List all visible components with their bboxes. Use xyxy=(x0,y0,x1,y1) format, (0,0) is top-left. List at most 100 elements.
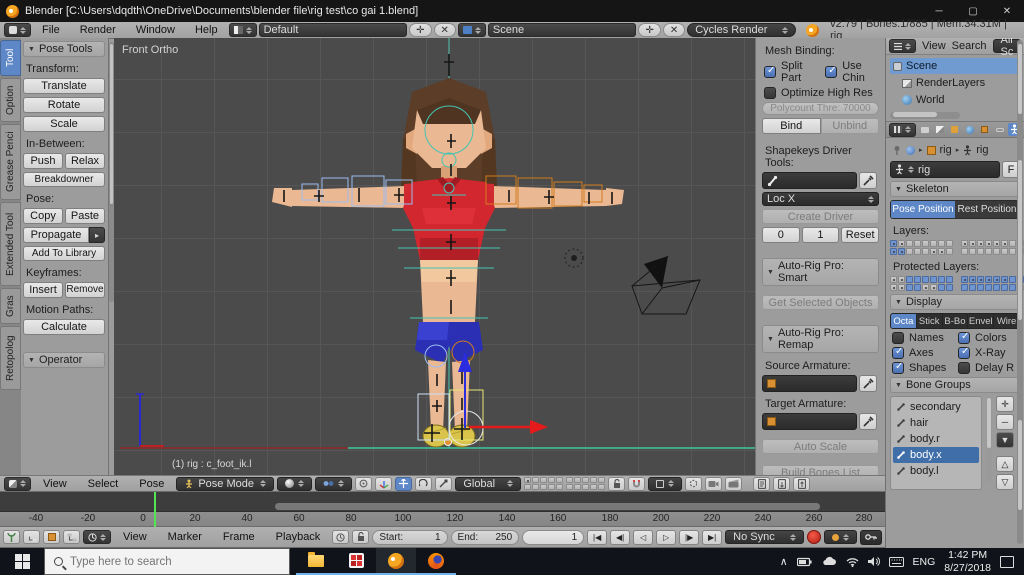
rotate-manipulator-button[interactable] xyxy=(415,476,433,491)
calculate-paths-button[interactable]: Calculate xyxy=(23,319,105,335)
current-frame-field[interactable]: 1 xyxy=(522,529,585,545)
bone-group-move-up-button[interactable]: △ xyxy=(996,456,1014,472)
polycount-slider[interactable]: Polycount Thre: 70000 xyxy=(762,102,879,115)
layout-browse-button[interactable] xyxy=(228,23,257,37)
operator-panel-header[interactable]: ▼ Operator xyxy=(23,352,105,368)
mode-stick[interactable]: Stick xyxy=(917,314,943,328)
play-button[interactable]: ▷ xyxy=(656,529,677,545)
action-center-icon[interactable] xyxy=(1000,555,1014,568)
armature-name-field[interactable]: rig xyxy=(890,161,1000,178)
pose-tools-panel-header[interactable]: ▼ Pose Tools xyxy=(23,41,105,57)
display-panel-header[interactable]: ▼ Display xyxy=(890,294,1020,310)
menu-help[interactable]: Help xyxy=(186,24,227,36)
properties-scrollbar[interactable] xyxy=(1017,40,1023,544)
breakdowner-button[interactable]: Breakdowner xyxy=(23,172,105,187)
menu-file[interactable]: File xyxy=(33,24,69,36)
next-keyframe-button[interactable]: |▶ xyxy=(679,529,700,545)
unbind-button[interactable]: Unbind xyxy=(820,118,879,134)
tab-retopology[interactable]: Retopolog xyxy=(0,326,21,390)
driver-zero-button[interactable]: 0 xyxy=(762,227,800,243)
translate-manipulator-button[interactable] xyxy=(395,476,413,491)
speaker-icon[interactable] xyxy=(867,556,880,567)
filter-hierarchy-icon[interactable] xyxy=(23,530,40,544)
use-chin-checkbox[interactable]: Use Chin xyxy=(825,60,879,84)
copy-pose-button-icon[interactable] xyxy=(753,476,771,491)
rest-position-button[interactable]: Rest Position xyxy=(955,201,1019,218)
wifi-icon[interactable] xyxy=(846,557,859,567)
object-tab-icon[interactable] xyxy=(978,123,991,136)
pose-position-button[interactable]: Pose Position xyxy=(891,201,955,218)
scene-add-button[interactable]: ✛ xyxy=(638,23,661,37)
viewport-editor-selector[interactable] xyxy=(4,476,31,491)
scene-tab-icon[interactable] xyxy=(948,123,961,136)
driver-channel-select[interactable]: Loc X xyxy=(762,192,879,206)
bone-groups-panel-header[interactable]: ▼ Bone Groups xyxy=(890,377,1020,393)
timeline-ruler[interactable]: -40 -20 0 20 40 60 80 100 120 140 160 18… xyxy=(0,512,885,527)
scene-browse-button[interactable] xyxy=(457,23,486,37)
layers-grid-right[interactable] xyxy=(566,477,606,490)
driver-one-button[interactable]: 1 xyxy=(801,227,840,243)
timeline-view-menu[interactable]: View xyxy=(114,531,156,543)
axes-checkbox[interactable]: Axes xyxy=(892,346,954,359)
search-input[interactable] xyxy=(70,555,250,568)
mode-select[interactable]: Pose Mode xyxy=(176,476,275,491)
frame-end-field[interactable]: End: 250 xyxy=(450,529,520,545)
layout-name-field[interactable]: Default xyxy=(258,23,408,37)
source-armature-field[interactable] xyxy=(762,375,857,392)
taskbar-firefox[interactable] xyxy=(416,548,456,575)
orientation-select[interactable]: Global xyxy=(455,476,522,491)
previous-keyframe-button[interactable]: ◀| xyxy=(610,529,631,545)
pin-icon[interactable] xyxy=(892,145,902,155)
editor-type-selector[interactable] xyxy=(4,23,31,37)
translate-button[interactable]: Translate xyxy=(23,78,105,94)
propagate-options-button[interactable]: ▸ xyxy=(89,227,105,243)
keying-set-select[interactable] xyxy=(824,530,857,544)
tab-gras[interactable]: Gras xyxy=(0,288,21,324)
bone-group-item-selected[interactable]: body.x xyxy=(893,447,979,463)
arp-remap-panel-header[interactable]: ▼ Auto-Rig Pro: Remap xyxy=(762,325,879,353)
timeline-scrollbar[interactable] xyxy=(275,503,820,510)
viewport-3d[interactable]: Front Ortho (1) rig : c_foot_ik.l xyxy=(114,38,755,475)
arp-smart-panel-header[interactable]: ▼ Auto-Rig Pro: Smart xyxy=(762,258,879,286)
bone-group-specials-button[interactable]: ▼ xyxy=(996,432,1014,448)
bone-group-item[interactable]: hair xyxy=(893,415,979,431)
skeleton-panel-header[interactable]: ▼ Skeleton xyxy=(890,181,1020,197)
opengl-render-button[interactable] xyxy=(705,476,723,491)
object-chip-icon[interactable] xyxy=(926,145,936,155)
active-keying-set-field[interactable] xyxy=(860,529,882,545)
taskbar-app[interactable] xyxy=(336,548,376,575)
jump-to-start-button[interactable]: |◀ xyxy=(587,529,608,545)
current-frame-marker[interactable] xyxy=(154,492,156,527)
tab-extended-tool[interactable]: Extended Tool xyxy=(0,202,21,286)
bone-display-mode-segment[interactable]: Octa Stick B-Bo Envel Wire xyxy=(890,313,1020,329)
paste-flipped-pose-button-icon[interactable] xyxy=(793,476,811,491)
constraints-tab-icon[interactable] xyxy=(993,123,1006,136)
timeline-playback-menu[interactable]: Playback xyxy=(267,531,330,543)
add-to-library-button[interactable]: Add To Library xyxy=(23,246,105,261)
hidden-icons-chevron[interactable]: ∧ xyxy=(780,556,788,568)
preview-range-toggle[interactable] xyxy=(332,530,350,544)
taskbar-file-explorer[interactable] xyxy=(296,548,336,575)
outliner-search-menu[interactable]: Search xyxy=(952,40,987,52)
onedrive-cloud-icon[interactable] xyxy=(821,556,837,567)
bone-group-add-button[interactable]: ✛ xyxy=(996,396,1014,412)
render-layers-tab-icon[interactable] xyxy=(933,123,946,136)
mode-wire[interactable]: Wire xyxy=(994,314,1019,328)
armature-layers-grid[interactable] xyxy=(890,240,1024,255)
filter-summary-icon[interactable] xyxy=(3,530,20,544)
bone-group-item[interactable]: body.r xyxy=(893,431,979,447)
lock-frame-toggle[interactable] xyxy=(352,530,370,544)
opengl-render-anim-button[interactable] xyxy=(725,476,743,491)
auto-keyframe-record-button[interactable] xyxy=(807,530,821,544)
timeline-canvas[interactable] xyxy=(0,492,885,527)
outliner-horizontal-scrollbar[interactable] xyxy=(890,112,960,119)
scene-name-field[interactable]: Scene xyxy=(487,23,637,37)
paste-pose-button-icon[interactable] xyxy=(773,476,791,491)
bind-button[interactable]: Bind xyxy=(762,118,821,134)
push-button[interactable]: Push xyxy=(23,153,63,169)
tab-tool[interactable]: Tool xyxy=(0,40,21,76)
scene-chip-icon[interactable] xyxy=(906,145,915,155)
taskbar-search[interactable] xyxy=(44,548,290,575)
view-menu[interactable]: View xyxy=(34,478,76,490)
outliner-view-menu[interactable]: View xyxy=(922,40,946,52)
